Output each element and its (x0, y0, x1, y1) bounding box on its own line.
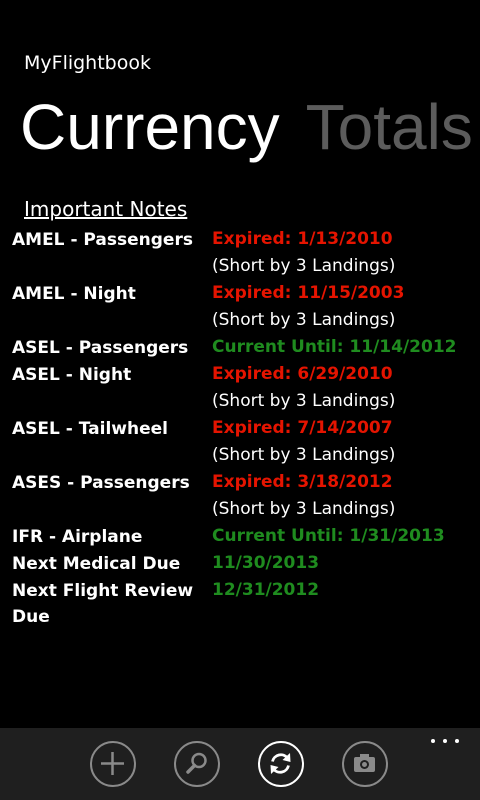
camera-button[interactable] (342, 741, 388, 787)
add-icon (101, 752, 124, 775)
currency-value: Expired: 11/15/2003 (212, 283, 405, 303)
currency-label: IFR - Airplane (12, 527, 143, 547)
currency-label: ASEL - Night (12, 365, 132, 385)
search-button[interactable] (174, 741, 220, 787)
currency-value: 12/31/2012 (212, 580, 320, 600)
currency-value: Expired: 7/14/2007 (212, 418, 393, 438)
pivot-header: Currency Totals (20, 82, 473, 172)
more-icon[interactable] (430, 738, 460, 746)
pivot-tab-totals[interactable]: Totals (306, 82, 473, 172)
currency-value: Expired: 6/29/2010 (212, 364, 393, 384)
currency-label: AMEL - Passengers (12, 230, 193, 250)
search-icon (186, 752, 207, 774)
currency-value: 11/30/2013 (212, 553, 320, 573)
currency-detail: (Short by 3 Landings) (212, 499, 396, 519)
refresh-button[interactable] (258, 741, 304, 787)
refresh-icon (270, 753, 291, 774)
currency-detail: (Short by 3 Landings) (212, 391, 396, 411)
currency-label: AMEL - Night (12, 284, 136, 304)
important-notes-link[interactable]: Important Notes (24, 197, 187, 221)
currency-value: Current Until: 11/14/2012 (212, 337, 457, 357)
camera-icon (354, 754, 375, 772)
currency-detail: (Short by 3 Landings) (212, 445, 396, 465)
currency-value: Expired: 1/13/2010 (212, 229, 393, 249)
currency-label: ASES - Passengers (12, 473, 190, 493)
app-bar (0, 728, 480, 800)
currency-value: Current Until: 1/31/2013 (212, 526, 445, 546)
currency-detail: (Short by 3 Landings) (212, 256, 396, 276)
currency-label: Next Flight Review Due (12, 581, 194, 627)
pivot-tab-currency[interactable]: Currency (20, 82, 280, 172)
app-title: MyFlightbook (24, 52, 151, 74)
currency-label: Next Medical Due (12, 554, 181, 574)
currency-label: ASEL - Passengers (12, 338, 189, 358)
currency-value: Expired: 3/18/2012 (212, 472, 393, 492)
add-button[interactable] (90, 741, 136, 787)
currency-label: ASEL - Tailwheel (12, 419, 168, 439)
currency-detail: (Short by 3 Landings) (212, 310, 396, 330)
